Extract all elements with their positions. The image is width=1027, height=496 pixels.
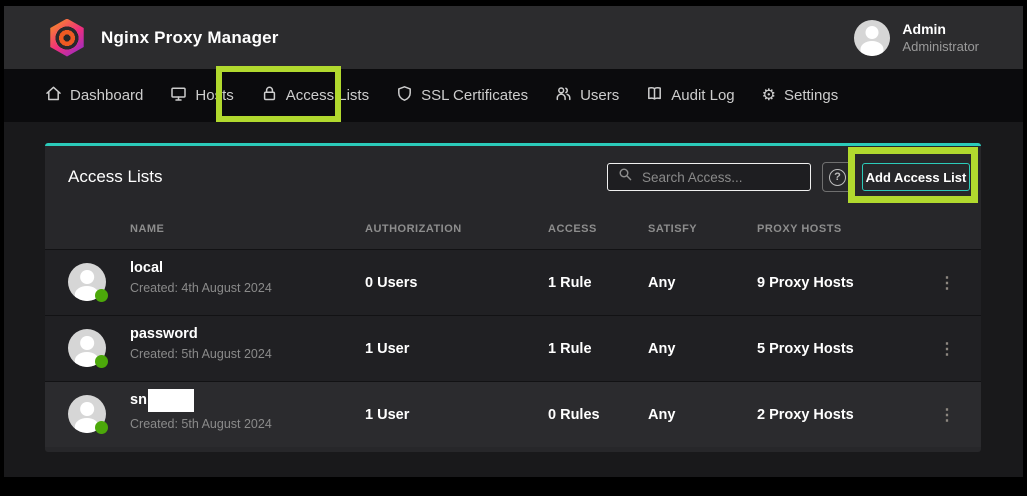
app-title: Nginx Proxy Manager bbox=[101, 28, 279, 48]
redaction-box bbox=[148, 389, 194, 412]
proxy-hosts-value: 2 Proxy Hosts bbox=[757, 382, 854, 448]
book-icon bbox=[646, 85, 663, 106]
search-box bbox=[607, 163, 811, 191]
nav-label: Hosts bbox=[195, 87, 233, 104]
add-access-list-button[interactable]: Add Access List bbox=[862, 163, 970, 191]
main-nav: Dashboard Hosts Access Lists SSL Certifi… bbox=[4, 69, 1023, 122]
nav-label: SSL Certificates bbox=[421, 87, 528, 104]
help-button[interactable]: ? bbox=[822, 162, 853, 192]
user-menu[interactable]: Admin Administrator bbox=[854, 20, 979, 56]
authorization-value: 1 User bbox=[365, 316, 409, 382]
authorization-value: 0 Users bbox=[365, 250, 417, 316]
nav-item-users[interactable]: Users bbox=[555, 85, 619, 106]
nav-label: Access Lists bbox=[286, 87, 369, 104]
satisfy-value: Any bbox=[648, 382, 675, 448]
row-menu-icon[interactable]: ⋮ bbox=[939, 382, 955, 448]
status-dot-online bbox=[95, 421, 108, 434]
status-dot-online bbox=[95, 289, 108, 302]
row-menu-icon[interactable]: ⋮ bbox=[939, 316, 955, 382]
authorization-value: 1 User bbox=[365, 382, 409, 448]
access-lists-panel: Access Lists ? Add Access List NAME AUTH… bbox=[45, 143, 981, 452]
monitor-icon bbox=[170, 85, 187, 106]
users-icon bbox=[555, 85, 572, 106]
avatar bbox=[68, 329, 106, 367]
access-value: 0 Rules bbox=[548, 382, 600, 448]
column-header-satisfy: SATISFY bbox=[648, 208, 697, 249]
shield-icon bbox=[396, 85, 413, 106]
access-list-name: local bbox=[130, 260, 163, 276]
column-header-access: ACCESS bbox=[548, 208, 597, 249]
status-dot-online bbox=[95, 355, 108, 368]
satisfy-value: Any bbox=[648, 250, 675, 316]
nav-item-hosts[interactable]: Hosts bbox=[170, 85, 233, 106]
help-icon: ? bbox=[829, 169, 846, 186]
nav-label: Users bbox=[580, 87, 619, 104]
proxy-hosts-value: 9 Proxy Hosts bbox=[757, 250, 854, 316]
gear-icon: ⚙ bbox=[762, 87, 776, 104]
column-header-authorization: AUTHORIZATION bbox=[365, 208, 462, 249]
column-header-name: NAME bbox=[130, 208, 164, 249]
access-list-name: password bbox=[130, 326, 198, 342]
lock-icon bbox=[261, 85, 278, 106]
nav-label: Audit Log bbox=[671, 87, 734, 104]
table-row[interactable]: sn Created: 5th August 2024 1 User 0 Rul… bbox=[45, 381, 981, 447]
user-avatar bbox=[854, 20, 890, 56]
app-header: Nginx Proxy Manager Admin Administrator bbox=[4, 6, 1023, 69]
access-value: 1 Rule bbox=[548, 316, 592, 382]
satisfy-value: Any bbox=[648, 316, 675, 382]
created-date: Created: 5th August 2024 bbox=[130, 347, 272, 361]
avatar bbox=[68, 263, 106, 301]
table-row[interactable]: local Created: 4th August 2024 0 Users 1… bbox=[45, 249, 981, 315]
created-date: Created: 5th August 2024 bbox=[130, 417, 272, 431]
search-icon bbox=[618, 167, 633, 187]
nav-label: Settings bbox=[784, 87, 838, 104]
user-name: Admin bbox=[902, 21, 979, 37]
npm-logo-icon[interactable] bbox=[48, 19, 86, 57]
proxy-hosts-value: 5 Proxy Hosts bbox=[757, 316, 854, 382]
created-date: Created: 4th August 2024 bbox=[130, 281, 272, 295]
column-header-proxy-hosts: PROXY HOSTS bbox=[757, 208, 842, 249]
nav-item-ssl-certificates[interactable]: SSL Certificates bbox=[396, 85, 528, 106]
nav-item-access-lists[interactable]: Access Lists bbox=[261, 85, 369, 106]
app-window: Nginx Proxy Manager Admin Administrator … bbox=[4, 6, 1023, 477]
access-list-name: sn bbox=[130, 392, 147, 408]
table-header: NAME AUTHORIZATION ACCESS SATISFY PROXY … bbox=[45, 208, 981, 249]
page-background: Access Lists ? Add Access List NAME AUTH… bbox=[4, 122, 1023, 477]
nav-label: Dashboard bbox=[70, 87, 143, 104]
access-value: 1 Rule bbox=[548, 250, 592, 316]
table-body: local Created: 4th August 2024 0 Users 1… bbox=[45, 249, 981, 447]
panel-title: Access Lists bbox=[68, 167, 162, 187]
nav-item-settings[interactable]: ⚙ Settings bbox=[762, 87, 839, 104]
nav-item-audit-log[interactable]: Audit Log bbox=[646, 85, 734, 106]
table-row[interactable]: password Created: 5th August 2024 1 User… bbox=[45, 315, 981, 381]
row-menu-icon[interactable]: ⋮ bbox=[939, 250, 955, 316]
avatar bbox=[68, 395, 106, 433]
user-role: Administrator bbox=[902, 39, 979, 54]
nav-item-dashboard[interactable]: Dashboard bbox=[45, 85, 143, 106]
home-icon bbox=[45, 85, 62, 106]
search-input[interactable] bbox=[642, 170, 800, 185]
